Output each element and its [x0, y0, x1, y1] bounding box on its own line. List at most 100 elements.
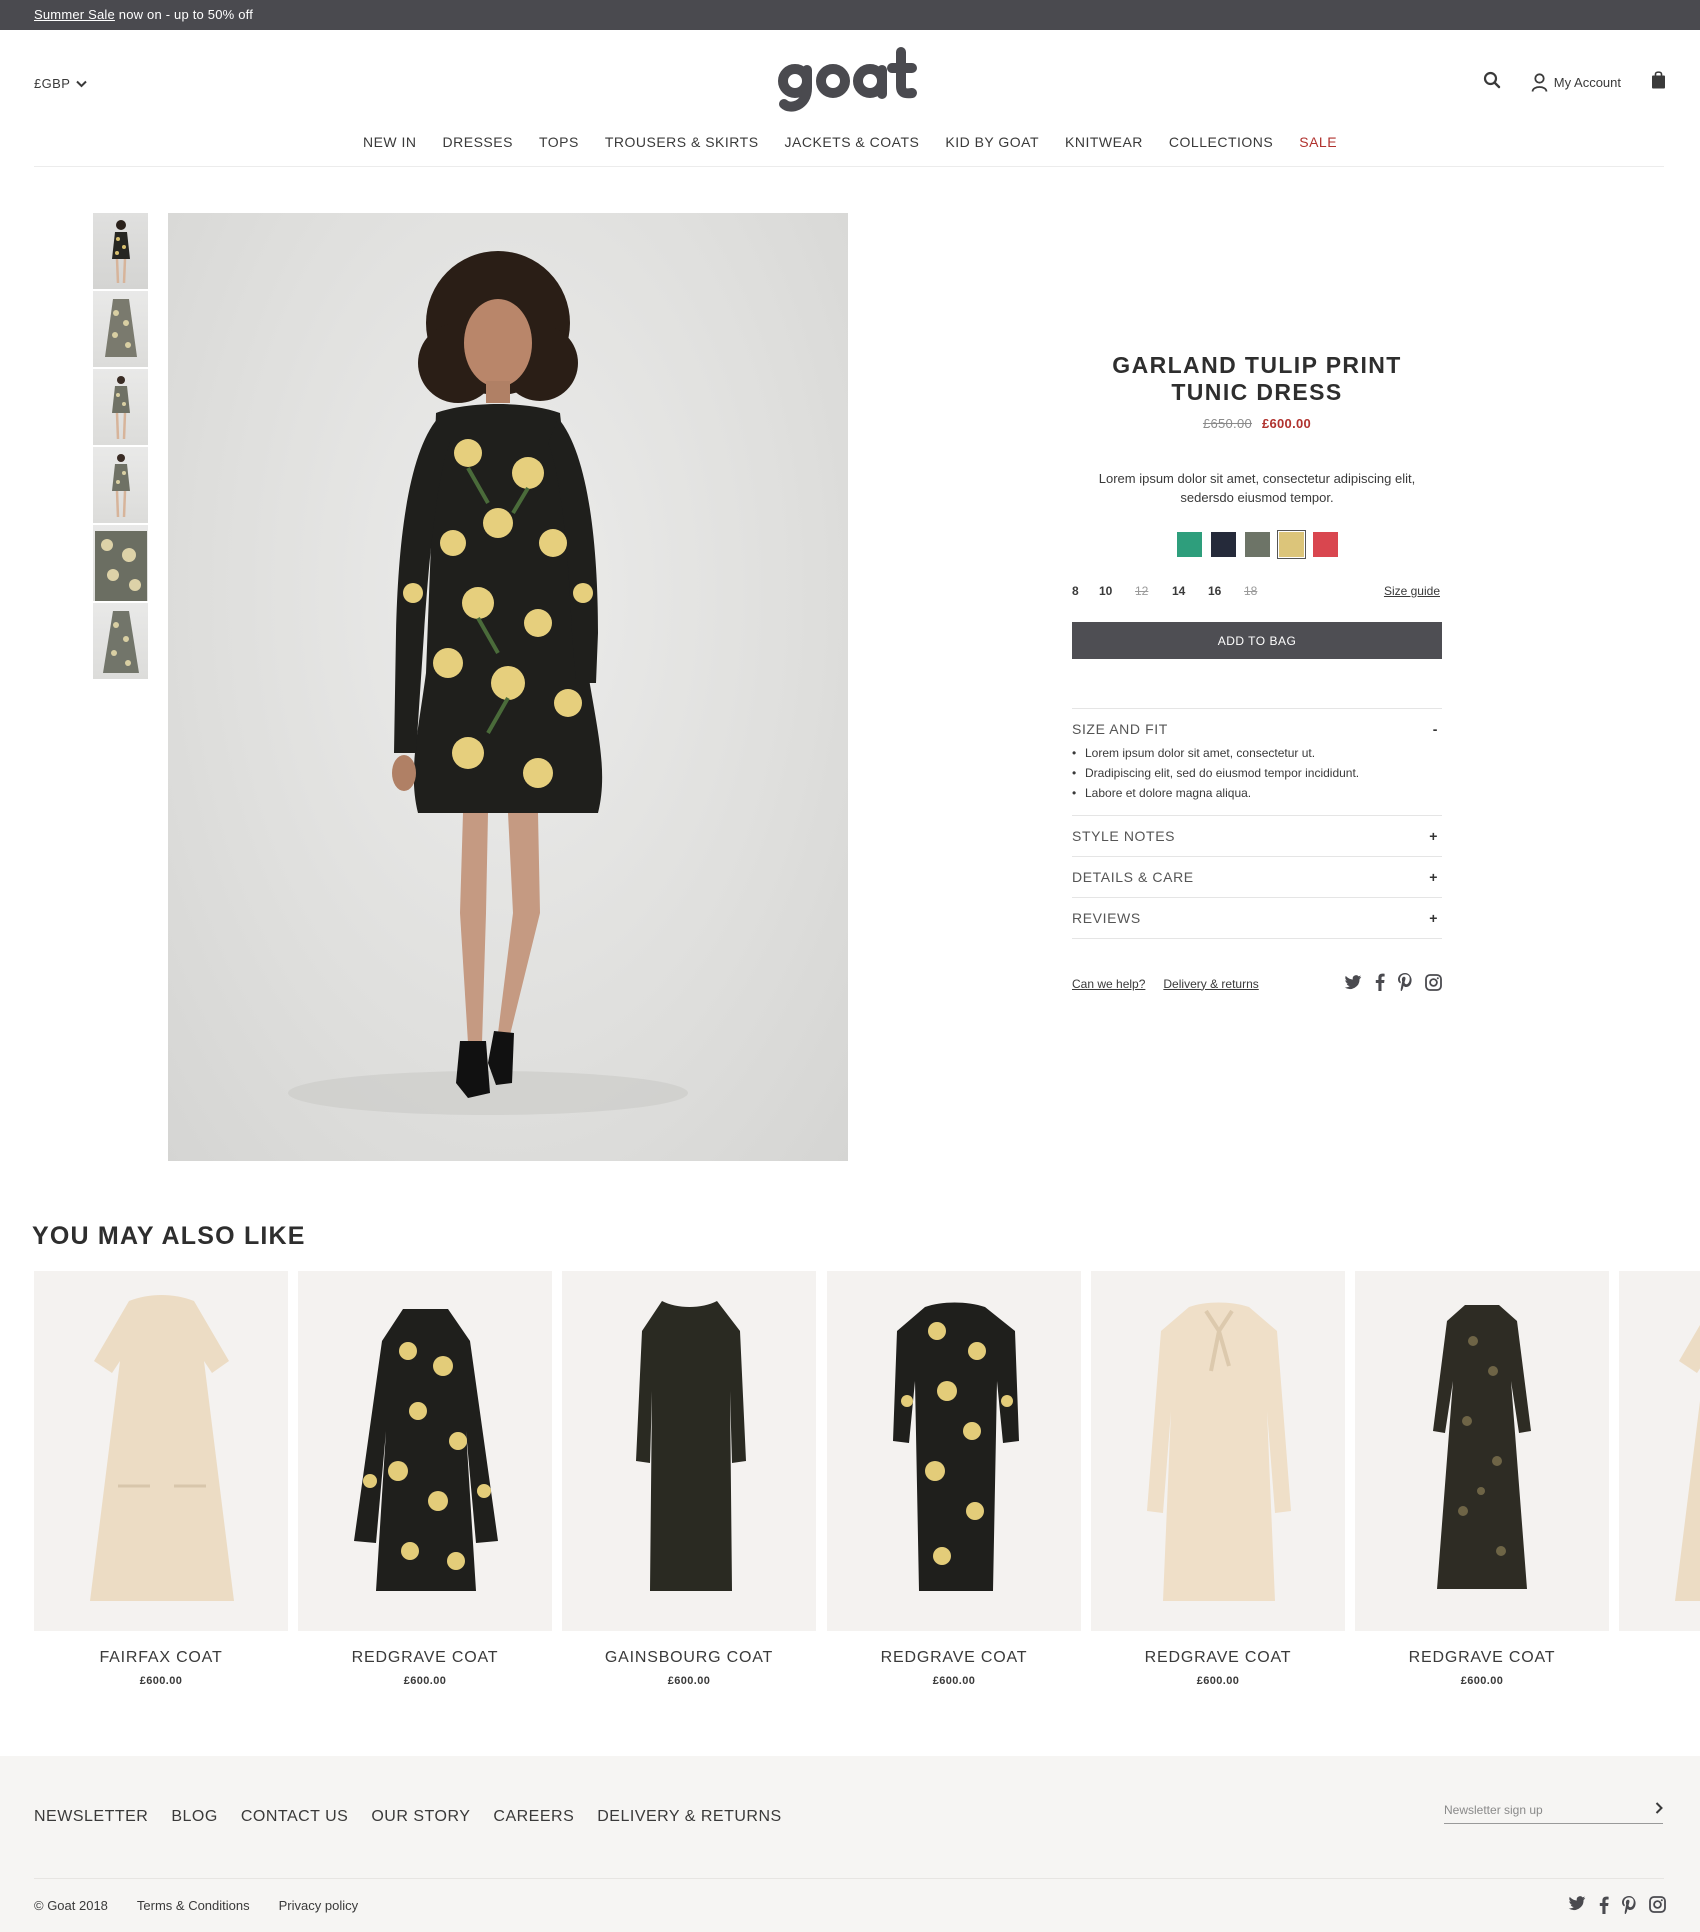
- color-swatch[interactable]: [1176, 532, 1202, 557]
- facebook-icon[interactable]: [1375, 973, 1385, 994]
- accordion-details-care-title: DETAILS & CARE: [1072, 869, 1194, 885]
- currency-selector[interactable]: £GBP: [34, 76, 88, 91]
- accordion-details-care: DETAILS & CARE +: [1072, 857, 1442, 898]
- recommendations-carousel[interactable]: FAIRFAX COAT £600.00 REDGRAVE COAT £600.00 G…: [34, 1271, 1700, 1691]
- product-card-name[interactable]: FAIRFAX COAT: [34, 1649, 288, 1667]
- currency-label: £GBP: [34, 76, 71, 91]
- help-row: Can we help? Delivery & returns: [1072, 973, 1442, 994]
- product-card-name[interactable]: REDGRAVE COAT: [1091, 1649, 1345, 1667]
- size-option[interactable]: 14: [1172, 584, 1185, 598]
- accordion-details-care-header[interactable]: DETAILS & CARE +: [1072, 857, 1442, 897]
- product-main-image[interactable]: [168, 213, 848, 1161]
- product-card-name[interactable]: REDGRAVE COAT: [827, 1649, 1081, 1667]
- facebook-icon[interactable]: [1599, 1896, 1609, 1919]
- accordion-style-notes-header[interactable]: STYLE NOTES +: [1072, 816, 1442, 856]
- product-card-image[interactable]: [1355, 1271, 1609, 1631]
- product-card-image[interactable]: [827, 1271, 1081, 1631]
- accordion-reviews-title: REVIEWS: [1072, 910, 1141, 926]
- color-swatch[interactable]: [1244, 532, 1270, 557]
- nav-tops[interactable]: TOPS: [539, 134, 579, 150]
- thumbnail-5[interactable]: [93, 525, 148, 601]
- footer-link-blog[interactable]: BLOG: [171, 1808, 217, 1826]
- size-option[interactable]: 8: [1072, 584, 1079, 598]
- product-card[interactable]: REDGRAVE COAT £600.00: [1091, 1271, 1345, 1687]
- footer-link-newsletter[interactable]: NEWSLETTER: [34, 1808, 148, 1826]
- size-option[interactable]: 16: [1208, 584, 1221, 598]
- footer-link-delivery-returns[interactable]: DELIVERY & RETURNS: [597, 1808, 781, 1826]
- delivery-returns-link[interactable]: Delivery & returns: [1163, 977, 1258, 991]
- product-card-image[interactable]: [562, 1271, 816, 1631]
- product-card-name[interactable]: GAINSBOURG COAT: [562, 1649, 816, 1667]
- twitter-icon[interactable]: [1568, 1896, 1586, 1919]
- arrow-right-icon[interactable]: [1655, 1801, 1663, 1819]
- thumbnail-3[interactable]: [93, 369, 148, 445]
- instagram-icon[interactable]: [1425, 973, 1442, 994]
- pinterest-icon[interactable]: [1398, 973, 1412, 994]
- product-card[interactable]: REDGRAVE COAT £600.00: [827, 1271, 1081, 1687]
- footer-link-our-story[interactable]: OUR STORY: [371, 1808, 470, 1826]
- terms-link[interactable]: Terms & Conditions: [137, 1898, 250, 1913]
- nav-knitwear[interactable]: KNITWEAR: [1065, 134, 1143, 150]
- nav-trousers-skirts[interactable]: TROUSERS & SKIRTS: [605, 134, 759, 150]
- nav-dresses[interactable]: DRESSES: [443, 134, 513, 150]
- product-card-image[interactable]: [1091, 1271, 1345, 1631]
- instagram-icon[interactable]: [1649, 1896, 1666, 1919]
- size-option[interactable]: 10: [1099, 584, 1112, 598]
- accordion-size-fit-title: SIZE AND FIT: [1072, 721, 1168, 737]
- pinterest-icon[interactable]: [1622, 1896, 1636, 1919]
- help-link[interactable]: Can we help?: [1072, 977, 1145, 991]
- product-card-image[interactable]: [1619, 1271, 1700, 1631]
- my-account-link[interactable]: My Account: [1531, 72, 1621, 92]
- color-swatch[interactable]: [1312, 532, 1338, 557]
- accordion-size-fit: SIZE AND FIT - Lorem ipsum dolor sit ame…: [1072, 709, 1442, 816]
- recommendations-title: YOU MAY ALSO LIKE: [32, 1222, 306, 1250]
- nav-jackets-coats[interactable]: JACKETS & COATS: [785, 134, 920, 150]
- add-to-bag-button[interactable]: ADD TO BAG: [1072, 622, 1442, 659]
- model-illustration: [288, 251, 688, 1115]
- color-swatch[interactable]: [1210, 532, 1236, 557]
- promo-message: now on - up to 50% off: [114, 7, 254, 22]
- thumbnail-2[interactable]: [93, 291, 148, 367]
- promo-link[interactable]: Summer Sale: [34, 7, 115, 22]
- twitter-icon[interactable]: [1344, 974, 1362, 993]
- privacy-link[interactable]: Privacy policy: [279, 1898, 358, 1913]
- size-option[interactable]: 12: [1135, 584, 1148, 598]
- product-info: GARLAND TULIP PRINT TUNIC DRESS £650.00 …: [1072, 352, 1442, 994]
- size-option[interactable]: 18: [1244, 584, 1257, 598]
- product-card-name[interactable]: REDGRAVE COAT: [298, 1649, 552, 1667]
- promo-bar: Summer Sale now on - up to 50% off: [0, 0, 1700, 30]
- search-icon[interactable]: [1483, 71, 1501, 94]
- product-card[interactable]: REDGRAVE COAT £600.00: [1355, 1271, 1609, 1687]
- size-guide-link[interactable]: Size guide: [1384, 584, 1440, 598]
- product-card-name[interactable]: REDGRAVE COAT: [1355, 1649, 1609, 1667]
- goat-logo[interactable]: [778, 44, 918, 118]
- color-swatch[interactable]: [1276, 530, 1306, 559]
- footer-divider: [34, 1878, 1664, 1879]
- accordion-reviews-header[interactable]: REVIEWS +: [1072, 898, 1442, 938]
- footer-links: NEWSLETTER BLOG CONTACT US OUR STORY CAR…: [34, 1808, 782, 1826]
- nav-kid-by-goat[interactable]: KID BY GOAT: [945, 134, 1039, 150]
- size-fit-list: Lorem ipsum dolor sit amet, consectetur …: [1072, 743, 1442, 815]
- product-card[interactable]: FAIRFAX COAT £600.00: [34, 1271, 288, 1687]
- nav-new-in[interactable]: NEW IN: [363, 134, 417, 150]
- thumbnail-6[interactable]: [93, 603, 148, 679]
- product-card[interactable]: REDGRAVE COAT £600.00: [298, 1271, 552, 1687]
- product-accordion: SIZE AND FIT - Lorem ipsum dolor sit ame…: [1072, 708, 1442, 939]
- product-card[interactable]: GA: [1619, 1271, 1700, 1675]
- product-card-image[interactable]: [298, 1271, 552, 1631]
- product-card-name[interactable]: GA: [1619, 1649, 1700, 1667]
- nav-sale[interactable]: SALE: [1299, 134, 1337, 150]
- thumbnail-4[interactable]: [93, 447, 148, 523]
- product-card-price: £600.00: [139, 1675, 183, 1687]
- nav-collections[interactable]: COLLECTIONS: [1169, 134, 1273, 150]
- price-now: £600.00: [1261, 416, 1312, 431]
- footer-link-careers[interactable]: CAREERS: [493, 1808, 574, 1826]
- price-block: £650.00 £600.00: [1072, 416, 1442, 431]
- size-selector: Size guide 8 10 12 14 16 18: [1072, 584, 1442, 600]
- thumbnail-1[interactable]: [93, 213, 148, 289]
- newsletter-input[interactable]: [1444, 1802, 1624, 1817]
- product-card-image[interactable]: [34, 1271, 288, 1631]
- bag-icon[interactable]: [1651, 70, 1666, 94]
- footer-link-contact[interactable]: CONTACT US: [241, 1808, 349, 1826]
- product-card[interactable]: GAINSBOURG COAT £600.00: [562, 1271, 816, 1687]
